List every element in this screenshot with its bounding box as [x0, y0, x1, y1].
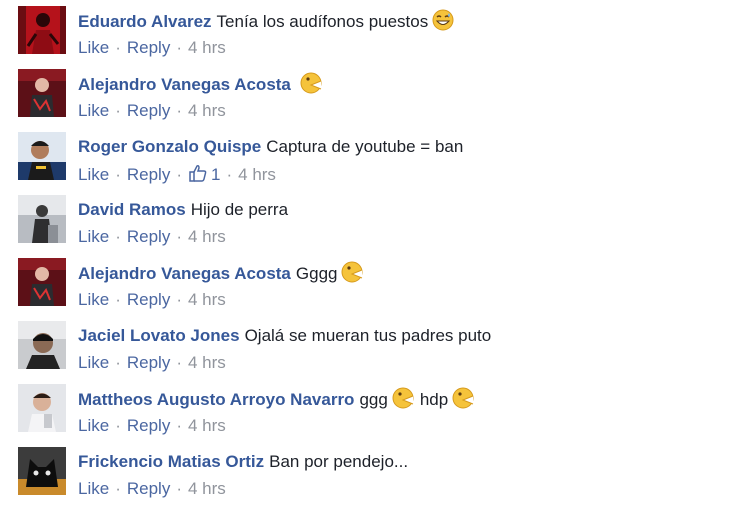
comment-time[interactable]: 4 hrs: [188, 479, 226, 498]
pacman-emoji-icon: [341, 261, 363, 283]
comment-author[interactable]: Jaciel Lovato Jones: [78, 326, 240, 345]
reply-link[interactable]: Reply: [127, 165, 170, 184]
like-link[interactable]: Like: [78, 165, 109, 184]
comment-author[interactable]: Frickencio Matias Ortiz: [78, 452, 264, 471]
pacman-emoji-icon: [452, 387, 474, 409]
comment-item: Roger Gonzalo Quispe Captura de youtube =…: [0, 126, 742, 189]
comment-time[interactable]: 4 hrs: [188, 227, 226, 246]
comment-author[interactable]: Alejandro Vanegas Acosta: [78, 75, 291, 94]
comment-text: Gggg: [295, 264, 338, 283]
avatar[interactable]: [18, 132, 66, 180]
separator-dot: ·: [176, 165, 182, 184]
separator-dot: ·: [115, 227, 121, 246]
comment-time[interactable]: 4 hrs: [188, 290, 226, 309]
comment-time[interactable]: 4 hrs: [188, 101, 226, 120]
separator-dot: ·: [115, 38, 121, 57]
separator-dot: ·: [226, 165, 233, 184]
comment-text: Ojalá se mueran tus padres puto: [244, 326, 492, 345]
avatar[interactable]: [18, 447, 66, 495]
reply-link[interactable]: Reply: [127, 353, 170, 372]
separator-dot: ·: [115, 290, 121, 309]
like-link[interactable]: Like: [78, 416, 109, 435]
separator-dot: ·: [176, 290, 182, 309]
avatar[interactable]: [18, 195, 66, 243]
comment-item: Frickencio Matias Ortiz Ban por pendejo..…: [0, 441, 742, 504]
comment-item: Eduardo Alvarez Tenía los audífonos puest…: [0, 0, 742, 63]
comment-item: Mattheos Augusto Arroyo Navarro ggg hdp Li…: [0, 378, 742, 441]
comment-author[interactable]: Eduardo Alvarez: [78, 12, 212, 31]
comment-item: Alejandro Vanegas Acosta Gggg Like · Reply ·…: [0, 252, 742, 315]
comment-text: Captura de youtube = ban: [266, 137, 464, 156]
comment-text-2: hdp: [419, 390, 449, 409]
pacman-emoji-icon: [300, 72, 322, 94]
reply-link[interactable]: Reply: [127, 38, 170, 57]
avatar[interactable]: [18, 69, 66, 117]
separator-dot: ·: [115, 353, 121, 372]
like-count[interactable]: 1: [211, 165, 220, 184]
comment-time[interactable]: 4 hrs: [238, 165, 276, 184]
separator-dot: ·: [176, 416, 182, 435]
comment-time[interactable]: 4 hrs: [188, 38, 226, 57]
separator-dot: ·: [176, 101, 182, 120]
reply-link[interactable]: Reply: [127, 290, 170, 309]
separator-dot: ·: [115, 416, 121, 435]
comment-author[interactable]: David Ramos: [78, 200, 186, 219]
like-thumb-icon[interactable]: [188, 163, 208, 183]
comment-text: ggg: [359, 390, 388, 409]
comment-time[interactable]: 4 hrs: [188, 416, 226, 435]
like-link[interactable]: Like: [78, 38, 109, 57]
separator-dot: ·: [176, 227, 182, 246]
comment-text: Ban por pendejo...: [269, 452, 409, 471]
like-link[interactable]: Like: [78, 479, 109, 498]
pacman-emoji-icon: [392, 387, 414, 409]
grinning-sweat-emoji-icon: [432, 9, 454, 31]
comment-author[interactable]: Roger Gonzalo Quispe: [78, 137, 261, 156]
comment-text: Tenía los audífonos puestos: [216, 12, 429, 31]
comment-list: Eduardo Alvarez Tenía los audífonos puest…: [0, 0, 742, 505]
reply-link[interactable]: Reply: [127, 227, 170, 246]
comment-item: Jaciel Lovato Jones Ojalá se mueran tus p…: [0, 315, 742, 378]
like-link[interactable]: Like: [78, 353, 109, 372]
separator-dot: ·: [176, 353, 182, 372]
avatar[interactable]: [18, 321, 66, 369]
separator-dot: ·: [115, 165, 121, 184]
like-link[interactable]: Like: [78, 290, 109, 309]
avatar[interactable]: [18, 258, 66, 306]
reply-link[interactable]: Reply: [127, 101, 170, 120]
separator-dot: ·: [176, 38, 182, 57]
like-link[interactable]: Like: [78, 227, 109, 246]
separator-dot: ·: [115, 479, 121, 498]
reply-link[interactable]: Reply: [127, 416, 170, 435]
like-link[interactable]: Like: [78, 101, 109, 120]
comment-author[interactable]: Alejandro Vanegas Acosta: [78, 264, 291, 283]
separator-dot: ·: [115, 101, 121, 120]
avatar[interactable]: [18, 6, 66, 54]
comment-author[interactable]: Mattheos Augusto Arroyo Navarro: [78, 390, 354, 409]
comment-item: David Ramos Hijo de perra Like · Reply · 4 hr…: [0, 189, 742, 252]
reply-link[interactable]: Reply: [127, 479, 170, 498]
separator-dot: ·: [176, 479, 182, 498]
comment-time[interactable]: 4 hrs: [188, 353, 226, 372]
avatar[interactable]: [18, 384, 66, 432]
comment-item: Alejandro Vanegas Acosta Like · Reply · 4 hr…: [0, 63, 742, 126]
comment-text: Hijo de perra: [190, 200, 289, 219]
